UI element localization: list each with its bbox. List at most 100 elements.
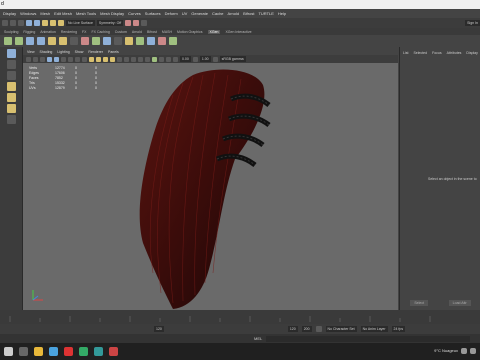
tab-fx[interactable]: FX (82, 30, 86, 34)
camera-attributes-icon[interactable] (33, 56, 38, 62)
wireframe-icon[interactable] (89, 56, 94, 62)
smooth-brush-icon[interactable] (114, 37, 122, 45)
bookmark-icon[interactable] (40, 56, 45, 62)
maya-icon[interactable] (79, 347, 88, 356)
lights-icon[interactable] (110, 56, 115, 62)
menu-mesh[interactable]: Mesh (40, 11, 50, 16)
xray-icon[interactable] (152, 56, 157, 62)
camera-icon[interactable] (26, 56, 31, 62)
create-guides-icon[interactable] (26, 37, 34, 45)
viewport-menu-lighting[interactable]: Lighting (57, 50, 69, 54)
create-description-icon[interactable] (15, 37, 23, 45)
anti-aliasing-icon[interactable] (138, 56, 143, 62)
character-set-field[interactable]: No Character Set (325, 326, 357, 332)
tab-attributes[interactable]: Attributes (447, 51, 462, 55)
gate-mask-icon[interactable] (68, 56, 73, 62)
menu-windows[interactable]: Windows (20, 11, 36, 16)
mel-input[interactable] (266, 335, 471, 342)
tab-rigging[interactable]: Rigging (23, 30, 35, 34)
viewport-menu-view[interactable]: View (27, 50, 35, 54)
noise-brush-icon[interactable] (81, 37, 89, 45)
grid-icon[interactable] (47, 56, 52, 62)
select-button[interactable]: Select (410, 300, 429, 306)
move-tool-icon[interactable] (6, 82, 16, 91)
snap-point-icon[interactable] (58, 20, 64, 26)
xray-joints-icon[interactable] (159, 56, 164, 62)
tab-arnold[interactable]: Arnold (132, 30, 142, 34)
symmetry-field[interactable]: Symmetry: Off (96, 20, 124, 26)
menu-edit-mesh[interactable]: Edit Mesh (54, 11, 72, 16)
viewport-menu-renderer[interactable]: Renderer (88, 50, 103, 54)
snap-curve-icon[interactable] (50, 20, 56, 26)
isolate-select-icon[interactable] (145, 56, 150, 62)
groom-brush-icon[interactable] (37, 37, 45, 45)
snap-grid-icon[interactable] (42, 20, 48, 26)
field-chart-icon[interactable] (75, 56, 80, 62)
menu-uv[interactable]: UV (182, 11, 188, 16)
resolution-gate-icon[interactable] (61, 56, 66, 62)
file-explorer-icon[interactable] (34, 347, 43, 356)
textured-icon[interactable] (103, 56, 108, 62)
gamma-field[interactable]: 1.00 (199, 56, 211, 62)
tab-bifrost[interactable]: Bifrost (147, 30, 157, 34)
windows-start-icon[interactable] (4, 347, 13, 356)
freeze-brush-icon[interactable] (136, 37, 144, 45)
save-scene-icon[interactable] (18, 20, 24, 26)
tab-custom[interactable]: Custom (115, 30, 127, 34)
menu-cache[interactable]: Cache (212, 11, 224, 16)
render-settings-icon[interactable] (141, 20, 148, 26)
rotate-tool-icon[interactable] (6, 93, 16, 102)
menu-generate[interactable]: Generate (191, 11, 208, 16)
length-brush-icon[interactable] (59, 37, 67, 45)
viewport-menu-panels[interactable]: Panels (108, 50, 119, 54)
scale-tool-icon[interactable] (6, 104, 16, 113)
fps-field[interactable]: 24 fps (391, 326, 406, 332)
lasso-tool-icon[interactable] (34, 20, 40, 26)
part-brush-icon[interactable] (125, 37, 133, 45)
lasso-icon[interactable] (6, 60, 16, 69)
hair-model[interactable] (23, 63, 398, 310)
tab-list[interactable]: List (403, 51, 408, 55)
current-frame-field[interactable]: 120 (287, 326, 298, 332)
mel-label[interactable]: MEL (254, 336, 262, 341)
tab-xgen-interactive[interactable]: XGen Interactive (225, 30, 251, 34)
perspective-viewport[interactable]: Verts 12774 0 0 Edges 17606 0 0 Faces 7852 0 0 Tr… (23, 63, 398, 310)
edge-icon[interactable] (94, 347, 103, 356)
network-icon[interactable] (461, 348, 467, 354)
chrome-icon[interactable] (49, 347, 58, 356)
tab-selected[interactable]: Selected (413, 51, 427, 55)
select-tool-icon[interactable] (26, 20, 32, 26)
exposure-icon[interactable] (173, 56, 178, 62)
range-start-field[interactable]: 120 (154, 326, 164, 332)
sign-in-button[interactable]: Sign In (465, 20, 480, 26)
exposure-field[interactable]: 0.00 (180, 56, 191, 62)
ipr-render-icon[interactable] (133, 20, 140, 26)
menu-display[interactable]: Display (3, 11, 16, 16)
tab-animation[interactable]: Animation (40, 30, 56, 34)
app-icon[interactable] (109, 347, 118, 356)
viewport-menu-shading[interactable]: Shading (40, 50, 53, 54)
preview-icon[interactable] (158, 37, 166, 45)
motion-blur-icon[interactable] (131, 56, 136, 62)
safe-action-icon[interactable] (82, 56, 87, 62)
menu-bifrost[interactable]: Bifrost (243, 11, 254, 16)
menu-surfaces[interactable]: Surfaces (145, 11, 161, 16)
tab-motion-graphics[interactable]: Motion Graphics (177, 30, 202, 34)
viewport-menu-show[interactable]: Show (75, 50, 84, 54)
cut-brush-icon[interactable] (70, 37, 78, 45)
tab-sculpting[interactable]: Sculpting (4, 30, 18, 34)
ambient-occlusion-icon[interactable] (124, 56, 129, 62)
load-attributes-button[interactable]: Load Attr (448, 300, 471, 306)
play-icon[interactable] (315, 326, 322, 332)
select-tool-icon[interactable] (6, 49, 16, 58)
tab-rendering[interactable]: Rendering (61, 30, 77, 34)
tab-fx-caching[interactable]: FX Caching (92, 30, 110, 34)
opera-icon[interactable] (64, 347, 73, 356)
volume-icon[interactable] (470, 348, 476, 354)
range-end-field[interactable]: 200 (301, 326, 312, 332)
new-scene-icon[interactable] (2, 20, 8, 26)
menu-deform[interactable]: Deform (165, 11, 178, 16)
smooth-shade-icon[interactable] (96, 56, 101, 62)
color-space-field[interactable]: sRGB gamma (219, 56, 246, 62)
menu-mesh-tools[interactable]: Mesh Tools (76, 11, 96, 16)
